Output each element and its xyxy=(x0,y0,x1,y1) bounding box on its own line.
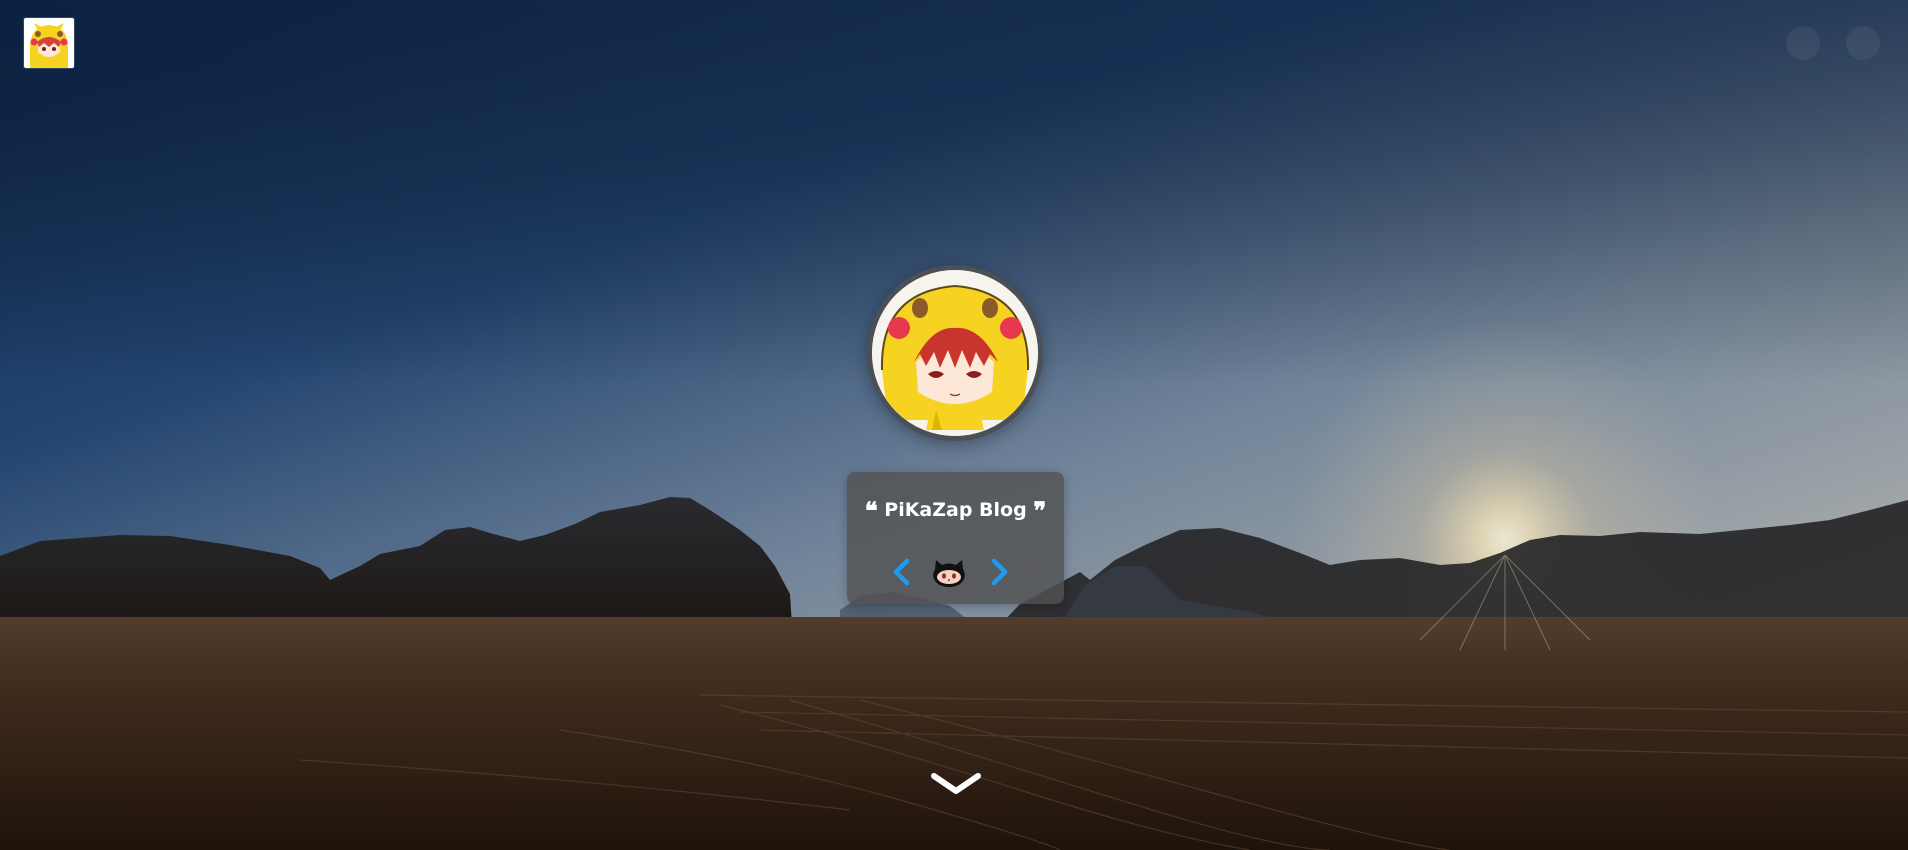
profile-avatar xyxy=(867,265,1043,441)
top-right-circle-button[interactable] xyxy=(1846,26,1880,60)
close-quote-icon: ❞ xyxy=(1033,496,1047,525)
hero-section: ❝ PiKaZap Blog ❞ xyxy=(0,0,1908,850)
open-quote-icon: ❝ xyxy=(864,496,878,525)
chevron-left-icon[interactable] xyxy=(890,558,914,586)
blog-title: PiKaZap Blog xyxy=(884,499,1027,521)
pikachu-hood-avatar-icon xyxy=(24,18,74,68)
chevron-down-icon[interactable] xyxy=(929,771,983,797)
pikachu-hood-avatar-icon xyxy=(872,270,1038,436)
blog-title-row: ❝ PiKaZap Blog ❞ xyxy=(847,498,1064,523)
site-logo[interactable] xyxy=(24,18,74,68)
card-navigation xyxy=(847,554,1064,590)
blog-info-card: ❝ PiKaZap Blog ❞ xyxy=(847,472,1064,604)
github-icon[interactable] xyxy=(931,556,967,588)
top-right-circle-button[interactable] xyxy=(1786,26,1820,60)
chevron-right-icon[interactable] xyxy=(987,558,1011,586)
